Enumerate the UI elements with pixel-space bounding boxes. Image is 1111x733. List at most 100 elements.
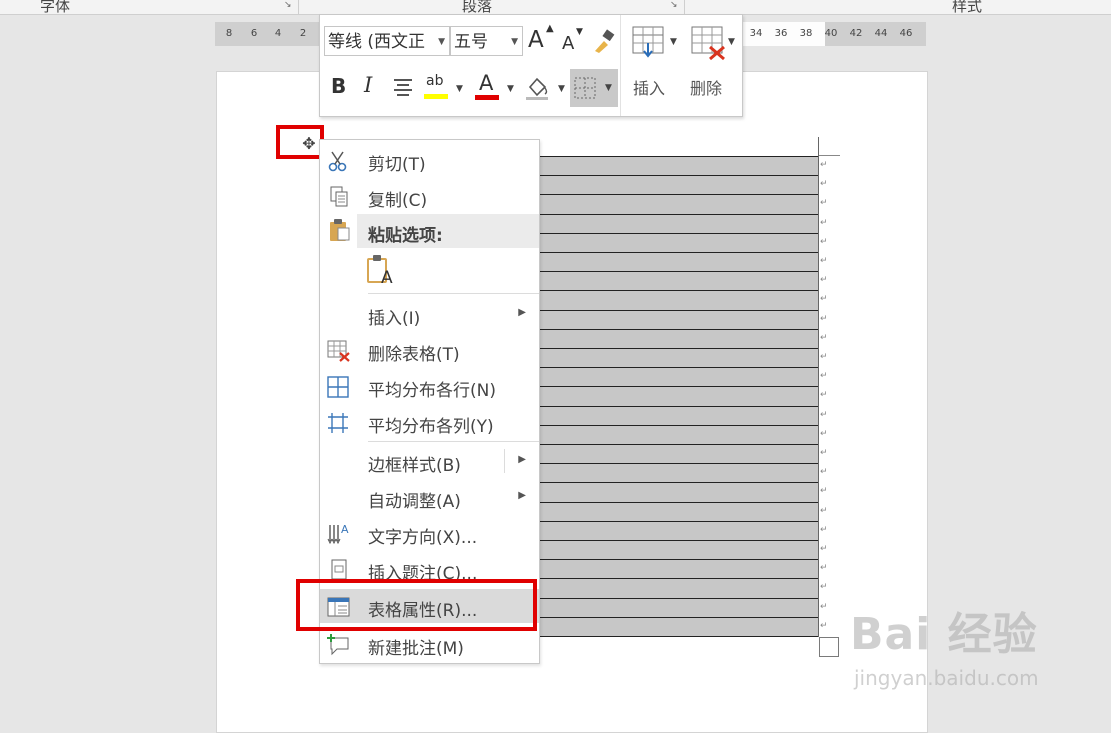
ruler-tick: 44: [874, 28, 888, 39]
row-end-mark: ↵: [820, 429, 828, 439]
row-end-mark: ↵: [820, 179, 828, 189]
highlight-color-button[interactable]: ab: [424, 73, 448, 103]
paragraph-group-label: 段落: [462, 0, 493, 15]
ruler-tick: 6: [250, 28, 258, 39]
font-name-combo[interactable]: 等线 (西文正 ▼: [324, 26, 450, 56]
chevron-down-icon[interactable]: ▼: [511, 27, 518, 55]
menu-item-insert[interactable]: 插入(I) ▶: [320, 297, 539, 331]
delete-button-label[interactable]: 删除: [690, 75, 722, 99]
table-border-line: [818, 155, 840, 156]
row-end-mark: ↵: [820, 160, 828, 170]
shrink-font-button[interactable]: A: [562, 33, 574, 54]
mini-toolbar: 等线 (西文正 ▼ 五号 ▼ A ▲ A ▼ B I ab ▼ A ▼ ▼ ▼ …: [319, 14, 743, 117]
italic-button[interactable]: I: [364, 73, 372, 97]
menu-item-label: 自动调整(A): [368, 492, 461, 512]
font-color-button[interactable]: A: [475, 71, 499, 103]
chevron-down-icon[interactable]: ▼: [670, 37, 677, 47]
row-end-mark: ↵: [820, 275, 828, 285]
menu-item-label: 边框样式(B): [368, 456, 461, 476]
menu-item-copy[interactable]: 复制(C): [320, 179, 539, 213]
table-resize-handle[interactable]: [819, 637, 839, 657]
paragraph-dialog-launcher-icon[interactable]: ↘: [670, 0, 680, 10]
row-end-mark: ↵: [820, 410, 828, 420]
ruler-tick: 8: [225, 28, 233, 39]
paste-icon: [330, 219, 350, 241]
annotation-highlight-box: [276, 125, 324, 159]
svg-text:A: A: [341, 523, 349, 536]
font-group-label: 字体: [40, 0, 71, 15]
insert-table-icon[interactable]: [631, 25, 667, 59]
row-end-mark: ↵: [820, 544, 828, 554]
ruler-tick: 40: [824, 28, 838, 39]
font-color-swatch: [475, 95, 499, 100]
font-dialog-launcher-icon[interactable]: ↘: [284, 0, 294, 10]
paste-text-glyph: A: [381, 268, 393, 288]
format-painter-icon[interactable]: [592, 29, 618, 55]
copy-icon: [330, 186, 348, 207]
grow-font-button[interactable]: A: [528, 27, 544, 53]
menu-item-distribute-rows[interactable]: 平均分布各行(N): [320, 369, 539, 403]
paste-keep-text-only-button[interactable]: A: [366, 254, 398, 290]
menu-item-new-comment[interactable]: 新建批注(M): [320, 627, 539, 661]
scissors-icon: [328, 151, 347, 172]
insert-caption-icon: [331, 559, 347, 580]
menu-item-distribute-columns[interactable]: 平均分布各列(Y): [320, 405, 539, 439]
menu-item-text-direction[interactable]: A 文字方向(X)...: [320, 516, 539, 550]
toolbar-separator: [620, 15, 621, 116]
row-end-mark: ↵: [820, 256, 828, 266]
group-separator: [684, 0, 685, 14]
annotation-highlight-box: [296, 579, 537, 631]
paste-options-label: 粘贴选项:: [368, 226, 443, 246]
font-name-value: 等线 (西文正: [328, 32, 426, 52]
menu-item-cut[interactable]: 剪切(T): [320, 143, 539, 177]
submenu-arrow-icon: ▶: [518, 307, 526, 318]
delete-table-icon[interactable]: [690, 25, 730, 61]
delete-table-icon: [327, 340, 350, 362]
ribbon-group-strip: 字体 ↘ 段落 ↘ 样式: [0, 0, 1111, 15]
group-separator: [298, 0, 299, 14]
split-separator: [504, 449, 505, 473]
shading-bucket-icon[interactable]: [524, 75, 550, 103]
bold-button[interactable]: B: [331, 74, 346, 98]
row-end-mark: ↵: [820, 525, 828, 535]
font-size-combo[interactable]: 五号 ▼: [450, 26, 523, 56]
row-end-mark: ↵: [820, 333, 828, 343]
chevron-down-icon[interactable]: ▼: [438, 27, 445, 55]
submenu-arrow-icon: ▶: [518, 454, 526, 465]
row-end-mark: ↵: [820, 198, 828, 208]
submenu-arrow-icon: ▶: [518, 490, 526, 501]
highlight-swatch: [424, 94, 448, 99]
menu-item-border-styles[interactable]: 边框样式(B) ▶: [320, 444, 539, 478]
row-end-mark: ↵: [820, 602, 828, 612]
table-border-line: [818, 137, 819, 637]
chevron-down-icon[interactable]: ▼: [507, 84, 514, 94]
styles-group-label: 样式: [952, 0, 983, 15]
row-end-mark: ↵: [820, 506, 828, 516]
row-end-mark: ↵: [820, 448, 828, 458]
ruler-tick: 38: [799, 28, 813, 39]
row-end-mark: ↵: [820, 218, 828, 228]
row-end-mark: ↵: [820, 352, 828, 362]
watermark-sub-text: jingyan.baidu.com: [854, 666, 1039, 690]
center-align-icon[interactable]: [392, 77, 414, 99]
insert-button-label[interactable]: 插入: [633, 75, 665, 99]
menu-item-autofit[interactable]: 自动调整(A) ▶: [320, 480, 539, 514]
shrink-arrow-icon: ▼: [576, 27, 583, 37]
chevron-down-icon[interactable]: ▼: [728, 37, 735, 47]
menu-item-label: 复制(C): [368, 191, 428, 211]
borders-button[interactable]: ▼: [570, 69, 618, 107]
row-end-mark: ↵: [820, 390, 828, 400]
row-end-mark: ↵: [820, 294, 828, 304]
ruler-tick: 2: [299, 28, 307, 39]
borders-icon: [574, 77, 596, 99]
ruler-tick: 4: [274, 28, 282, 39]
chevron-down-icon: ▼: [605, 83, 612, 93]
row-end-mark: ↵: [820, 563, 828, 573]
menu-item-delete-table[interactable]: 删除表格(T): [320, 333, 539, 367]
menu-separator: [368, 441, 539, 442]
font-size-value: 五号: [454, 32, 488, 52]
chevron-down-icon[interactable]: ▼: [456, 84, 463, 94]
row-end-mark: ↵: [820, 621, 828, 631]
row-end-mark: ↵: [820, 582, 828, 592]
chevron-down-icon[interactable]: ▼: [558, 84, 565, 94]
